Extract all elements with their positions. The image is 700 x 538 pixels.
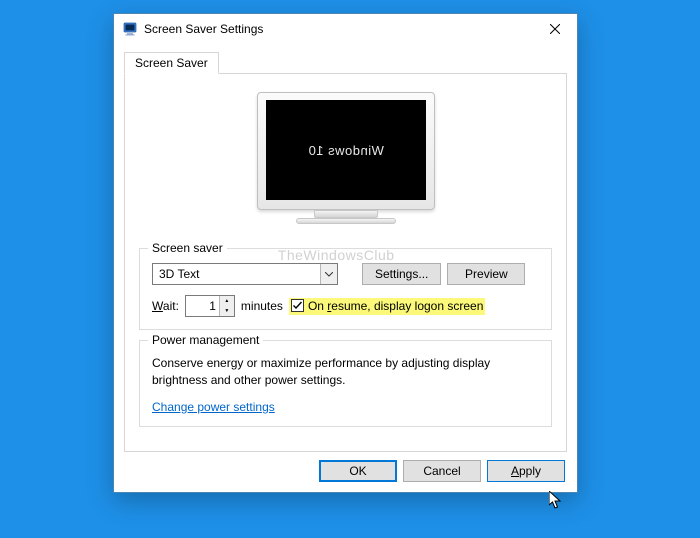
screensaver-group-label: Screen saver bbox=[148, 241, 227, 255]
change-power-settings-link[interactable]: Change power settings bbox=[152, 400, 275, 414]
app-icon bbox=[122, 21, 138, 37]
tab-screen-saver[interactable]: Screen Saver bbox=[124, 52, 219, 74]
spin-up-icon[interactable]: ▲ bbox=[220, 296, 234, 306]
preview-button[interactable]: Preview bbox=[447, 263, 525, 285]
resume-highlight: On resume, display logon screen bbox=[289, 298, 485, 315]
wait-input[interactable] bbox=[186, 296, 219, 316]
screensaver-group: Screen saver 3D Text Settings... Preview… bbox=[139, 248, 552, 330]
titlebar: Screen Saver Settings bbox=[114, 14, 577, 44]
apply-button[interactable]: Apply bbox=[487, 460, 565, 482]
monitor-preview: Windows 10 bbox=[257, 92, 435, 232]
window-title: Screen Saver Settings bbox=[144, 22, 532, 36]
ok-button[interactable]: OK bbox=[319, 460, 397, 482]
screensaver-dropdown[interactable]: 3D Text bbox=[152, 263, 338, 285]
spin-down-icon[interactable]: ▼ bbox=[220, 306, 234, 316]
mouse-cursor-icon bbox=[549, 491, 565, 514]
screensaver-preview-text: Windows 10 bbox=[266, 100, 426, 200]
settings-button[interactable]: Settings... bbox=[362, 263, 441, 285]
resume-label: On resume, display logon screen bbox=[308, 299, 483, 313]
minutes-label: minutes bbox=[241, 299, 283, 313]
preview-area: Windows 10 TheWindowsClub bbox=[139, 92, 552, 232]
wait-spinner[interactable]: ▲ ▼ bbox=[185, 295, 235, 317]
power-group: Power management Conserve energy or maxi… bbox=[139, 340, 552, 427]
tabstrip: Screen Saver bbox=[124, 51, 567, 73]
screen-saver-settings-dialog: Screen Saver Settings Screen Saver Windo… bbox=[113, 13, 578, 493]
cancel-button[interactable]: Cancel bbox=[403, 460, 481, 482]
wait-label: Wait: bbox=[152, 299, 179, 313]
resume-checkbox[interactable] bbox=[291, 299, 304, 312]
chevron-down-icon bbox=[320, 264, 337, 284]
tab-body: Windows 10 TheWindowsClub Screen saver 3… bbox=[124, 73, 567, 452]
dialog-footer: OK Cancel Apply bbox=[124, 460, 567, 482]
client-area: Screen Saver Windows 10 TheWindowsClub S… bbox=[114, 44, 577, 492]
screensaver-dropdown-value: 3D Text bbox=[153, 267, 320, 281]
close-button[interactable] bbox=[532, 14, 577, 44]
power-description: Conserve energy or maximize performance … bbox=[152, 355, 539, 390]
power-group-label: Power management bbox=[148, 333, 263, 347]
